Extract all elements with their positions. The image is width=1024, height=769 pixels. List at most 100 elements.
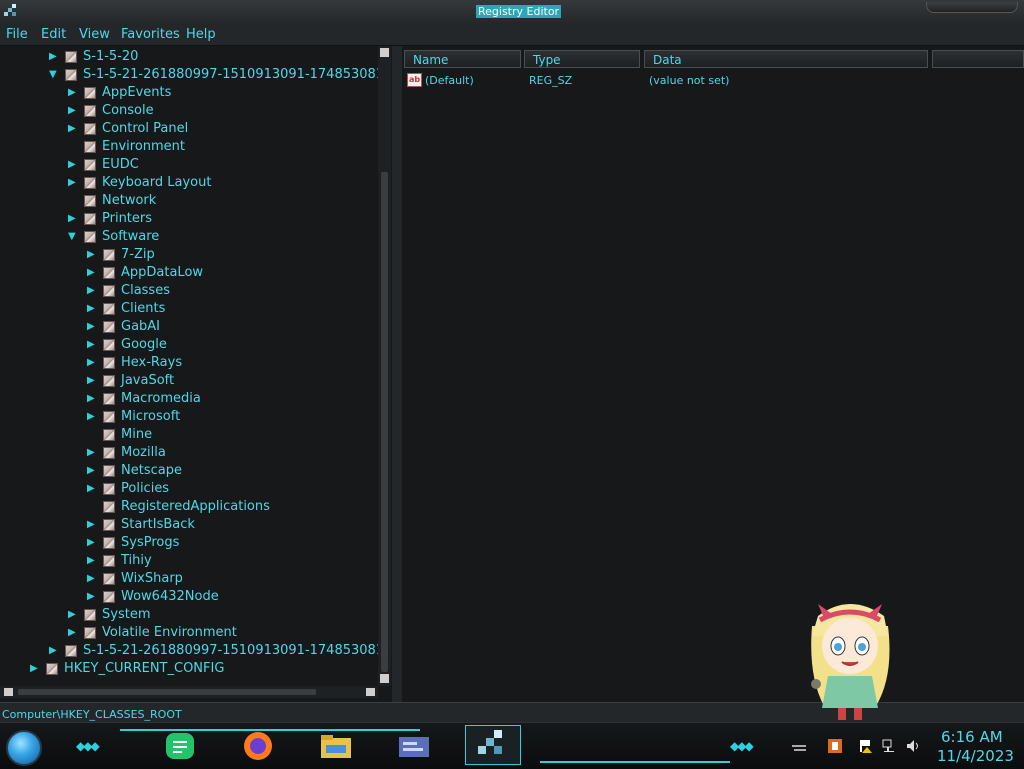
tree-item[interactable]: ▶ Printers <box>0 210 378 228</box>
values-list[interactable]: Name Type Data ab (Default) REG_SZ (valu… <box>402 46 1024 702</box>
expand-arrow-icon[interactable]: ▶ <box>68 123 78 135</box>
expand-arrow-icon[interactable]: ▶ <box>49 645 59 657</box>
network-icon[interactable] <box>882 739 896 753</box>
expand-arrow-icon[interactable]: ▶ <box>87 519 97 531</box>
tree-item[interactable]: ▶ WixSharp <box>0 570 378 588</box>
tree-item[interactable]: ▶ S-1-5-21-261880997-1510913091-174853081… <box>0 642 392 660</box>
tree-item[interactable]: ▶ Clients <box>0 300 378 318</box>
registry-tree[interactable]: ▶ S-1-5-20 ▼ S-1-5-21-261880997-1510913091-… <box>0 46 392 702</box>
scroll-down-arrow-icon[interactable] <box>380 674 389 683</box>
tree-item[interactable]: ▶ EUDC <box>0 156 378 174</box>
expand-arrow-icon[interactable]: ▶ <box>87 393 97 405</box>
tree-item[interactable]: ▶ Classes <box>0 282 378 300</box>
tree-item[interactable]: ▼ S-1-5-21-261880997-1510913091-174853081… <box>0 66 392 84</box>
tree-item[interactable]: ▶ GabAI <box>0 318 378 336</box>
column-header-name[interactable]: Name <box>404 50 521 68</box>
tree-item[interactable]: ▶ Wow6432Node <box>0 588 378 606</box>
tree-item[interactable]: ▶ SysProgs <box>0 534 378 552</box>
expand-arrow-icon[interactable]: ▶ <box>87 375 97 387</box>
title-bar[interactable]: Registry Editor <box>0 0 1024 25</box>
scroll-up-arrow-icon[interactable] <box>380 48 389 57</box>
expand-arrow-icon[interactable]: ▶ <box>87 465 97 477</box>
expand-arrow-icon[interactable]: ▶ <box>87 537 97 549</box>
tree-item[interactable]: ▶ Control Panel <box>0 120 378 138</box>
firefox-icon[interactable] <box>240 729 276 763</box>
expand-arrow-icon[interactable]: ▶ <box>87 303 97 315</box>
expand-arrow-icon[interactable]: ▶ <box>87 411 97 423</box>
list-item[interactable]: ab (Default) REG_SZ (value not set) <box>402 72 1024 90</box>
volume-icon[interactable] <box>906 739 920 753</box>
tree-item[interactable]: ▶ AppDataLow <box>0 264 378 282</box>
clock-time[interactable]: 6:16 AM <box>941 728 1003 746</box>
tree-horizontal-scrollbar[interactable] <box>0 686 378 698</box>
clock-date[interactable]: 11/4/2023 <box>937 747 1014 765</box>
tree-item[interactable]: Mine <box>0 426 378 444</box>
tree-item[interactable]: ▶ Volatile Environment <box>0 624 378 642</box>
scroll-right-arrow-icon[interactable] <box>366 688 375 696</box>
tree-vertical-scrollbar[interactable] <box>378 46 391 686</box>
scroll-thumb-horizontal[interactable] <box>18 689 316 695</box>
start-button[interactable] <box>6 730 42 766</box>
scroll-thumb[interactable] <box>381 172 388 672</box>
column-header-type[interactable]: Type <box>524 50 640 68</box>
expand-arrow-icon[interactable]: ▶ <box>87 483 97 495</box>
tree-item[interactable]: ▶ Microsoft <box>0 408 378 426</box>
expand-arrow-icon[interactable]: ▶ <box>68 213 78 225</box>
expand-arrow-icon[interactable]: ▶ <box>87 555 97 567</box>
tree-item[interactable]: ▶ System <box>0 606 378 624</box>
window-controls[interactable] <box>926 2 1018 13</box>
show-desktop-icon[interactable] <box>792 739 806 753</box>
tree-item[interactable]: ▶ Policies <box>0 480 378 498</box>
java-update-icon[interactable] <box>828 739 842 753</box>
tree-item[interactable]: ▶ Tihiy <box>0 552 378 570</box>
menu-favorites[interactable]: Favorites <box>121 27 180 42</box>
column-header-data[interactable]: Data <box>644 50 928 68</box>
expand-arrow-icon[interactable]: ▶ <box>87 357 97 369</box>
tree-item[interactable]: Network <box>0 192 378 210</box>
expand-arrow-icon[interactable]: ▶ <box>68 609 78 621</box>
control-panel-icon[interactable] <box>396 729 432 763</box>
action-center-flag-icon[interactable] <box>858 739 872 753</box>
expand-arrow-icon[interactable]: ▶ <box>68 87 78 99</box>
expand-arrow-icon[interactable]: ▶ <box>30 663 40 675</box>
expand-arrow-icon[interactable]: ▶ <box>49 51 59 63</box>
file-explorer-icon[interactable] <box>318 729 354 763</box>
menu-view[interactable]: View <box>79 27 110 42</box>
collapse-arrow-icon[interactable]: ▼ <box>68 231 78 243</box>
pane-splitter[interactable] <box>392 46 402 702</box>
expand-arrow-icon[interactable]: ▶ <box>68 159 78 171</box>
menu-help[interactable]: Help <box>186 27 216 42</box>
tree-item[interactable]: ▶ Mozilla <box>0 444 378 462</box>
tree-item[interactable]: ▶ AppEvents <box>0 84 378 102</box>
tree-item[interactable]: ▶ Hex-Rays <box>0 354 378 372</box>
tree-item[interactable]: ▶ Console <box>0 102 378 120</box>
expand-arrow-icon[interactable]: ▶ <box>87 285 97 297</box>
tree-item[interactable]: ▼ Software <box>0 228 378 246</box>
expand-arrow-icon[interactable]: ▶ <box>68 177 78 189</box>
notes-app-icon[interactable] <box>162 729 198 763</box>
tree-item[interactable]: ▶ StartIsBack <box>0 516 378 534</box>
scroll-left-arrow-icon[interactable] <box>4 688 13 696</box>
tree-item[interactable]: ▶ S-1-5-20 <box>0 48 378 66</box>
collapse-arrow-icon[interactable]: ▼ <box>49 69 59 81</box>
tree-item[interactable]: ▶ Macromedia <box>0 390 378 408</box>
tree-item[interactable]: ▶ Keyboard Layout <box>0 174 378 192</box>
tree-item[interactable]: RegisteredApplications <box>0 498 378 516</box>
expand-arrow-icon[interactable]: ▶ <box>87 249 97 261</box>
menu-edit[interactable]: Edit <box>41 27 66 42</box>
tree-item[interactable]: ▶ 7-Zip <box>0 246 378 264</box>
tree-item[interactable]: ▶ JavaSoft <box>0 372 378 390</box>
tree-item[interactable]: ▶ HKEY_CURRENT_CONFIG <box>0 660 378 678</box>
expand-arrow-icon[interactable]: ▶ <box>68 627 78 639</box>
menu-file[interactable]: File <box>6 27 28 42</box>
column-header-empty[interactable] <box>932 50 1024 68</box>
taskbar-active-app[interactable] <box>465 725 521 765</box>
tree-item[interactable]: Environment <box>0 138 378 156</box>
tree-item[interactable]: ▶ Netscape <box>0 462 378 480</box>
expand-arrow-icon[interactable]: ▶ <box>87 267 97 279</box>
expand-arrow-icon[interactable]: ▶ <box>68 105 78 117</box>
tree-item[interactable]: ▶ Google <box>0 336 378 354</box>
expand-arrow-icon[interactable]: ▶ <box>87 591 97 603</box>
expand-arrow-icon[interactable]: ▶ <box>87 573 97 585</box>
expand-arrow-icon[interactable]: ▶ <box>87 447 97 459</box>
